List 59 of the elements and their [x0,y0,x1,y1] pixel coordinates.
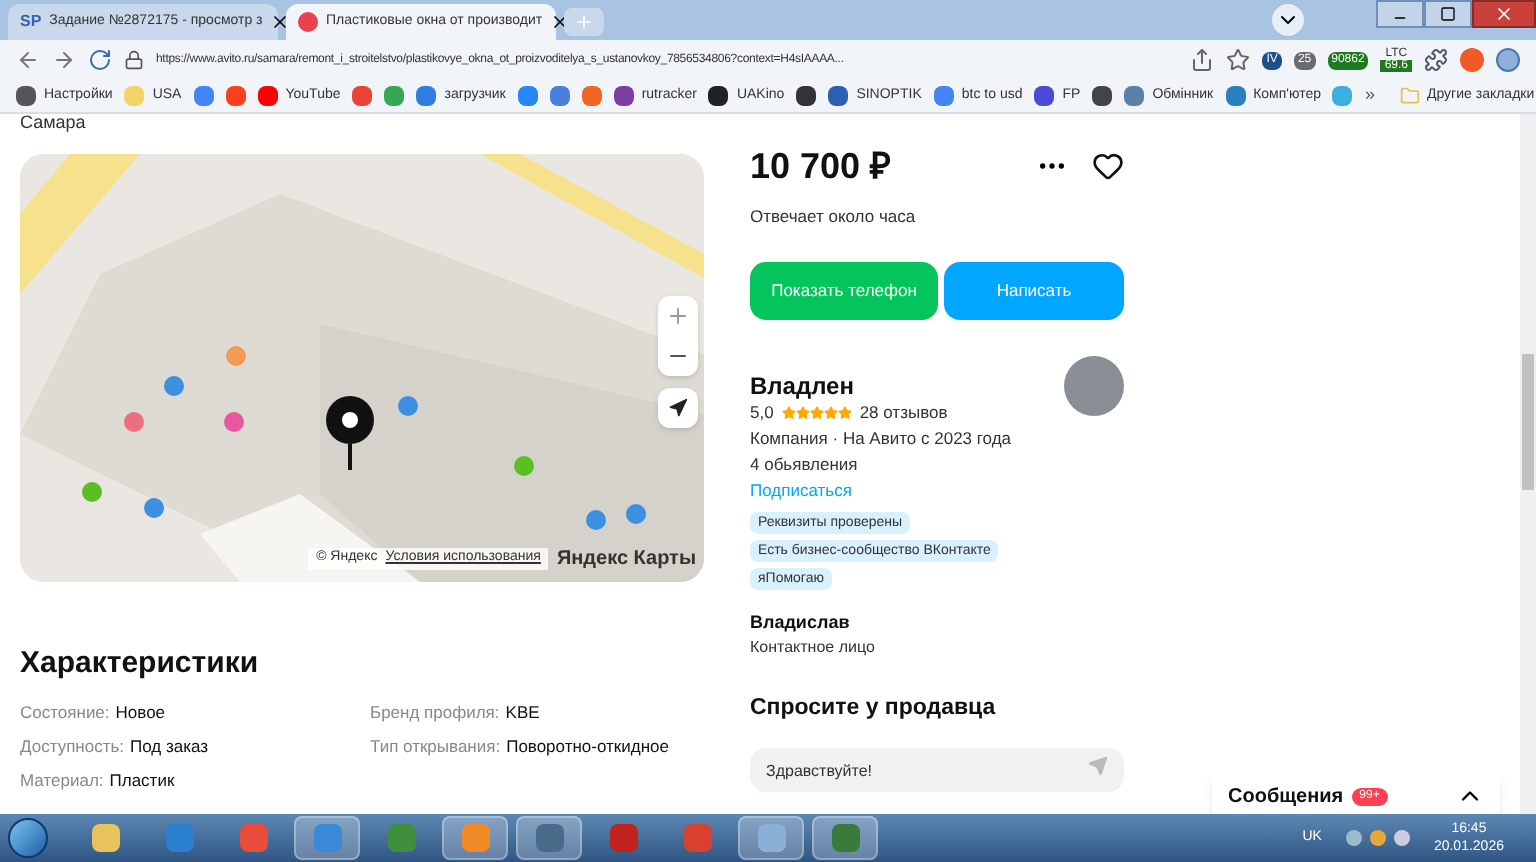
tab-favicon-icon [298,12,318,32]
profile-avatar[interactable] [1460,48,1484,72]
spec-value: Новое [115,701,166,723]
listings-link[interactable]: 4 обьявления [750,451,1064,478]
seller-info: Компания · На Авито с 2023 года [750,425,1014,452]
spec-label: Бренд профиля: [370,701,500,723]
back-icon[interactable] [16,48,40,72]
message-field[interactable]: Здравствуйте! [750,748,1124,792]
taskbar-app[interactable] [812,816,878,860]
map-logo: Яндекс Карты [556,546,696,574]
close-icon [1494,4,1514,24]
share-icon[interactable] [1190,48,1215,72]
spec-value: Под заказ [130,735,209,757]
bookmark-star-icon[interactable] [1226,48,1251,72]
location-arrow-icon [668,398,688,418]
contact-role: Контактное лицо [750,636,877,661]
tab-favicon: SP [20,10,42,34]
spec-value: Поворотно-откидное [506,735,669,757]
locate-button[interactable] [658,388,698,428]
maximize-button[interactable] [1424,0,1472,28]
plus-icon [574,12,594,32]
city-label: Самара [20,114,88,132]
spec-label: Тип открывания: [370,735,501,757]
price: 10 700 ₽ [750,143,891,189]
send-icon[interactable] [1088,755,1108,775]
maximize-icon [1440,6,1456,22]
bookmark-icon[interactable] [1092,86,1113,106]
spec-label: Материал: [20,769,104,791]
contact-name: Владислав [750,609,852,636]
lock-icon[interactable] [124,50,144,70]
start-button[interactable] [8,818,48,858]
extensions-icon[interactable] [1424,48,1448,72]
taskbar-app[interactable] [442,816,508,860]
spec-label: Состояние: [20,701,110,723]
forward-icon[interactable] [52,48,76,72]
avatar[interactable] [1064,355,1124,416]
scrollbar[interactable] [1520,114,1536,814]
bookmark-icon[interactable] [796,86,817,106]
folder-icon [1399,86,1419,106]
favorite-icon[interactable] [1092,150,1124,182]
browser-menu-icon[interactable] [1496,48,1520,72]
reviews-link[interactable]: 28 отзывов [859,399,948,426]
spec-value: Пластик [109,769,175,791]
taskbar-app[interactable] [516,816,582,860]
zoom-in-icon[interactable] [666,304,690,328]
seller-name[interactable]: Владлен [750,371,1064,400]
spec-label: Доступность: [20,735,125,757]
close-icon[interactable] [270,12,291,32]
reload-icon[interactable] [88,48,112,72]
spec-value: KBE [505,701,540,723]
bookmarks-more[interactable]: » [1364,82,1375,110]
tab-search-button[interactable] [1272,4,1304,36]
taskbar-app[interactable] [738,816,804,860]
close-button[interactable] [1472,0,1536,28]
section-heading: Характеристики [20,644,261,684]
rating-value: 5,0 [750,399,774,426]
section-heading: Спросите у продавца [750,694,998,725]
taskbar-app[interactable] [294,816,360,860]
response-time: Отвечает около часа [750,204,918,230]
